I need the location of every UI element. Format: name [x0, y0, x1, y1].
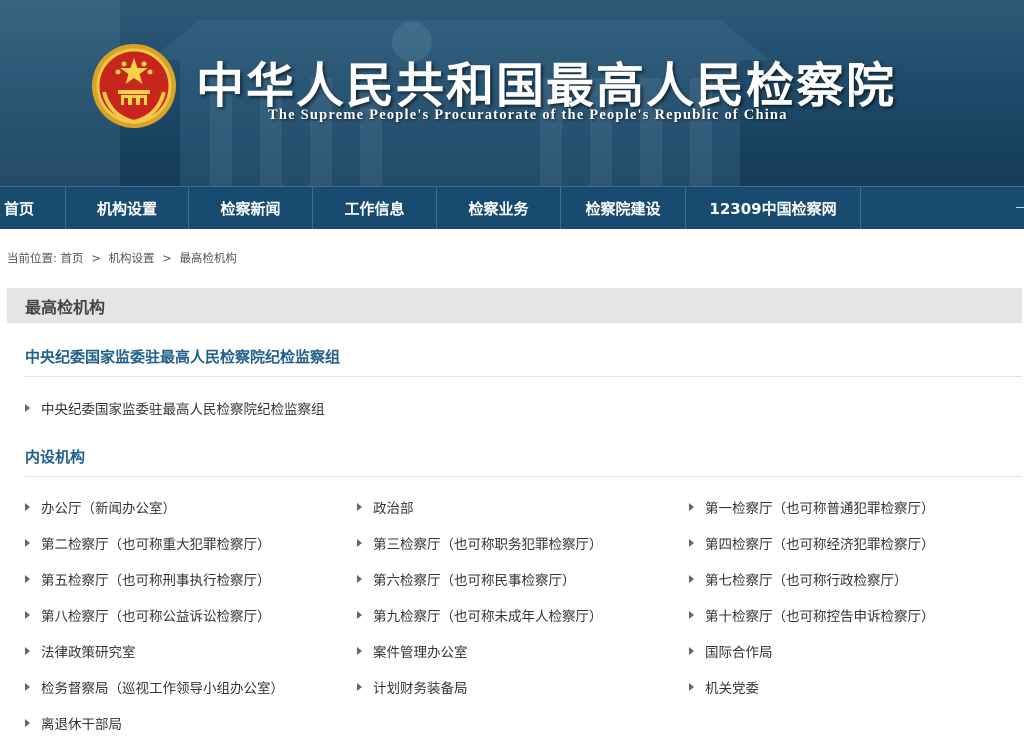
arrow-right-icon	[25, 683, 30, 691]
list-item-label: 政治部	[373, 501, 414, 517]
list-item-label: 中央纪委国家监委驻最高人民检察院纪检监察组	[41, 402, 325, 418]
list-item-label: 第四检察厅（也可称经济犯罪检察厅）	[705, 537, 935, 553]
list-item[interactable]: 第七检察厅（也可称行政检察厅）	[689, 569, 908, 589]
nav-item-home[interactable]: 首页	[0, 187, 66, 229]
main-nav: 首页 机构设置 检察新闻 工作信息 检察业务 检察院建设 12309中国检察网	[0, 186, 1024, 229]
arrow-right-icon	[357, 503, 362, 511]
nav-item-news[interactable]: 检察新闻	[189, 187, 313, 229]
list-item-label: 机关党委	[705, 681, 759, 697]
arrow-right-icon	[25, 503, 30, 511]
breadcrumb-prefix: 当前位置:	[7, 251, 57, 265]
list-item[interactable]: 第二检察厅（也可称重大犯罪检察厅）	[25, 533, 271, 553]
breadcrumb-separator: >	[162, 251, 172, 265]
arrow-right-icon	[357, 539, 362, 547]
list-item-label: 第一检察厅（也可称普通犯罪检察厅）	[705, 501, 935, 517]
list-item[interactable]: 第三检察厅（也可称职务犯罪检察厅）	[357, 533, 603, 553]
arrow-right-icon	[25, 539, 30, 547]
arrow-right-icon	[689, 539, 694, 547]
arrow-right-icon	[357, 611, 362, 619]
nav-item-work-info[interactable]: 工作信息	[313, 187, 437, 229]
list-item-label: 检务督察局（巡视工作领导小组办公室）	[41, 681, 284, 697]
list-item[interactable]: 第九检察厅（也可称未成年人检察厅）	[357, 605, 603, 625]
list-item[interactable]: 第五检察厅（也可称刑事执行检察厅）	[25, 569, 271, 589]
nav-item-construction[interactable]: 检察院建设	[561, 187, 686, 229]
arrow-right-icon	[689, 647, 694, 655]
site-title: 中华人民共和国最高人民检察院	[196, 58, 897, 114]
section-divider	[25, 476, 1022, 477]
nav-item-organization[interactable]: 机构设置	[66, 187, 189, 229]
section-title-discipline: 中央纪委国家监委驻最高人民检察院纪检监察组	[25, 348, 341, 366]
list-item-label: 第二检察厅（也可称重大犯罪检察厅）	[41, 537, 271, 553]
list-item[interactable]: 计划财务装备局	[357, 677, 468, 697]
list-item[interactable]: 第一检察厅（也可称普通犯罪检察厅）	[689, 497, 935, 517]
nav-item-12309[interactable]: 12309中国检察网	[686, 187, 861, 229]
arrow-right-icon	[25, 611, 30, 619]
arrow-right-icon	[25, 719, 30, 727]
list-item-label: 第八检察厅（也可称公益诉讼检察厅）	[41, 609, 271, 625]
arrow-right-icon	[689, 503, 694, 511]
list-item[interactable]: 离退休干部局	[25, 713, 122, 733]
breadcrumb-home[interactable]: 首页	[61, 250, 84, 266]
list-item-label: 第五检察厅（也可称刑事执行检察厅）	[41, 573, 271, 589]
site-banner: 中华人民共和国最高人民检察院 The Supreme People's Proc…	[0, 0, 1024, 186]
arrow-right-icon	[25, 575, 30, 583]
section-title-internal: 内设机构	[25, 448, 86, 466]
list-item[interactable]: 第八检察厅（也可称公益诉讼检察厅）	[25, 605, 271, 625]
list-item[interactable]: 第十检察厅（也可称控告申诉检察厅）	[689, 605, 935, 625]
arrow-right-icon	[689, 575, 694, 583]
arrow-right-icon	[689, 611, 694, 619]
list-item[interactable]: 第四检察厅（也可称经济犯罪检察厅）	[689, 533, 935, 553]
national-emblem-icon	[92, 44, 176, 128]
breadcrumb: 当前位置: 首页 > 机构设置 > 最高检机构	[7, 250, 237, 266]
arrow-right-icon	[25, 404, 30, 412]
site-subtitle: The Supreme People's Procuratorate of th…	[268, 107, 788, 123]
list-item-label: 离退休干部局	[41, 717, 122, 733]
section-divider	[25, 376, 1022, 377]
arrow-right-icon	[357, 575, 362, 583]
breadcrumb-separator: >	[91, 251, 101, 265]
panel-header: 最高检机构	[7, 288, 1022, 323]
list-item-label: 国际合作局	[705, 645, 773, 661]
arrow-right-icon	[357, 683, 362, 691]
panel-title: 最高检机构	[25, 297, 106, 317]
nav-item-business[interactable]: 检察业务	[437, 187, 561, 229]
breadcrumb-current[interactable]: 最高检机构	[179, 250, 237, 266]
list-item[interactable]: 机关党委	[689, 677, 759, 697]
arrow-right-icon	[357, 647, 362, 655]
list-item-label: 第十检察厅（也可称控告申诉检察厅）	[705, 609, 935, 625]
list-item[interactable]: 国际合作局	[689, 641, 773, 661]
arrow-right-icon	[25, 647, 30, 655]
list-item[interactable]: 第六检察厅（也可称民事检察厅）	[357, 569, 576, 589]
nav-edge-divider	[1016, 207, 1024, 208]
list-item[interactable]: 政治部	[357, 497, 414, 517]
list-item[interactable]: 案件管理办公室	[357, 641, 468, 661]
list-item-label: 案件管理办公室	[373, 645, 468, 661]
list-item-label: 第六检察厅（也可称民事检察厅）	[373, 573, 576, 589]
list-item[interactable]: 检务督察局（巡视工作领导小组办公室）	[25, 677, 284, 697]
list-item[interactable]: 法律政策研究室	[25, 641, 136, 661]
arrow-right-icon	[689, 683, 694, 691]
list-item-label: 第九检察厅（也可称未成年人检察厅）	[373, 609, 603, 625]
breadcrumb-organization[interactable]: 机构设置	[108, 250, 154, 266]
list-item[interactable]: 中央纪委国家监委驻最高人民检察院纪检监察组	[25, 398, 325, 418]
list-item-label: 办公厅（新闻办公室）	[41, 501, 176, 517]
list-item-label: 第七检察厅（也可称行政检察厅）	[705, 573, 908, 589]
list-item[interactable]: 办公厅（新闻办公室）	[25, 497, 176, 517]
list-item-label: 第三检察厅（也可称职务犯罪检察厅）	[373, 537, 603, 553]
list-item-label: 计划财务装备局	[373, 681, 468, 697]
list-item-label: 法律政策研究室	[41, 645, 136, 661]
